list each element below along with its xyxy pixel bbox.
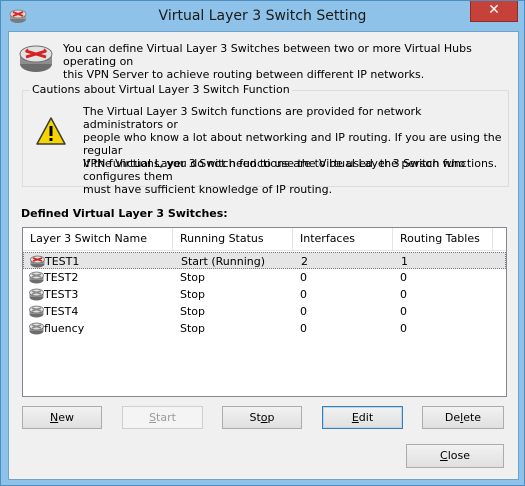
caution-line: If the Virtual Layer 3 Switch functions … [83, 157, 466, 183]
column-header-name[interactable]: Layer 3 Switch Name [23, 228, 173, 250]
caution-line: must have sufficient knowledge of IP rou… [83, 183, 333, 196]
layer3-switch-icon [19, 45, 53, 72]
window-title: Virtual Layer 3 Switch Setting [158, 8, 367, 24]
intro-line-1: You can define Virtual Layer 3 Switches … [63, 42, 472, 68]
cell-interfaces: 0 [300, 305, 307, 318]
column-header-interfaces[interactable]: Interfaces [293, 228, 393, 250]
switch-list[interactable]: Layer 3 Switch Name Running Status Inter… [22, 227, 507, 397]
hotkey: E [351, 411, 359, 424]
delete-button[interactable]: Delete [422, 406, 504, 429]
switch-stopped-icon [29, 271, 44, 284]
switch-stopped-icon [29, 305, 44, 318]
caution-line: The Virtual Layer 3 Switch functions are… [83, 105, 422, 131]
title-bar[interactable]: Virtual Layer 3 Switch Setting ✕ [1, 1, 524, 31]
column-header-status[interactable]: Running Status [173, 228, 293, 250]
cell-interfaces: 0 [300, 271, 307, 284]
dialog-window: Virtual Layer 3 Switch Setting ✕ You can… [0, 0, 525, 486]
table-row[interactable]: TEST1 Start (Running) 2 1 [23, 252, 506, 269]
start-button[interactable]: Start [122, 406, 203, 429]
cautions-title: Cautions about Virtual Layer 3 Switch Fu… [30, 83, 292, 96]
table-row[interactable]: TEST2 Stop 0 0 [23, 269, 506, 286]
hotkey: S [149, 411, 157, 424]
button-label: p [267, 411, 275, 424]
button-label: De [444, 411, 461, 424]
cell-status: Stop [180, 271, 206, 284]
table-row[interactable]: fluency Stop 0 0 [23, 320, 506, 337]
cell-name: fluency [44, 322, 85, 335]
stop-button[interactable]: Stop [222, 406, 302, 429]
button-label: tart [156, 411, 176, 424]
cautions-group: Cautions about Virtual Layer 3 Switch Fu… [22, 83, 509, 196]
button-label: St [249, 411, 261, 424]
warning-icon [36, 117, 66, 145]
cell-interfaces: 0 [300, 322, 307, 335]
close-button[interactable]: Close [406, 444, 504, 468]
hotkey: C [440, 449, 448, 462]
cell-routing-tables: 0 [400, 322, 407, 335]
cell-routing-tables: 0 [400, 271, 407, 284]
cell-name: TEST3 [44, 288, 79, 301]
column-header-routing-tables[interactable]: Routing Tables [393, 228, 493, 250]
hotkey: N [50, 411, 59, 424]
switch-list-label: Defined Virtual Layer 3 Switches: [21, 207, 228, 220]
cell-interfaces: 2 [301, 255, 308, 268]
edit-button[interactable]: Edit [322, 406, 403, 429]
new-button[interactable]: New [22, 406, 102, 429]
intro-line-2: this VPN Server to achieve routing betwe… [63, 68, 425, 81]
switch-stopped-icon [29, 322, 44, 335]
cell-name: TEST2 [44, 271, 79, 284]
cell-interfaces: 0 [300, 288, 307, 301]
table-row[interactable]: TEST4 Stop 0 0 [23, 303, 506, 320]
cell-routing-tables: 0 [400, 305, 407, 318]
close-window-button[interactable]: ✕ [470, 1, 518, 22]
button-label: ete [463, 411, 482, 424]
caution-line: people who know a lot about networking a… [83, 131, 502, 157]
switch-running-icon [30, 255, 45, 268]
cell-status: Stop [180, 288, 206, 301]
button-label: lose [447, 449, 470, 462]
hotkey: o [260, 411, 268, 424]
cell-routing-tables: 0 [400, 288, 407, 301]
cell-status: Start (Running) [181, 255, 266, 268]
cell-routing-tables: 1 [401, 255, 408, 268]
button-label: dit [358, 411, 374, 424]
cell-status: Stop [180, 305, 206, 318]
caution-paragraph-2: If the Virtual Layer 3 Switch functions … [83, 157, 503, 196]
cell-name: TEST1 [45, 255, 80, 268]
cell-status: Stop [180, 322, 206, 335]
dialog-body: You can define Virtual Layer 3 Switches … [8, 31, 519, 480]
table-row[interactable]: TEST3 Stop 0 0 [23, 286, 506, 303]
cell-name: TEST4 [44, 305, 79, 318]
intro-description: You can define Virtual Layer 3 Switches … [63, 42, 509, 81]
switch-stopped-icon [29, 288, 44, 301]
button-label: ew [58, 411, 74, 424]
list-header: Layer 3 Switch Name Running Status Inter… [23, 228, 506, 251]
